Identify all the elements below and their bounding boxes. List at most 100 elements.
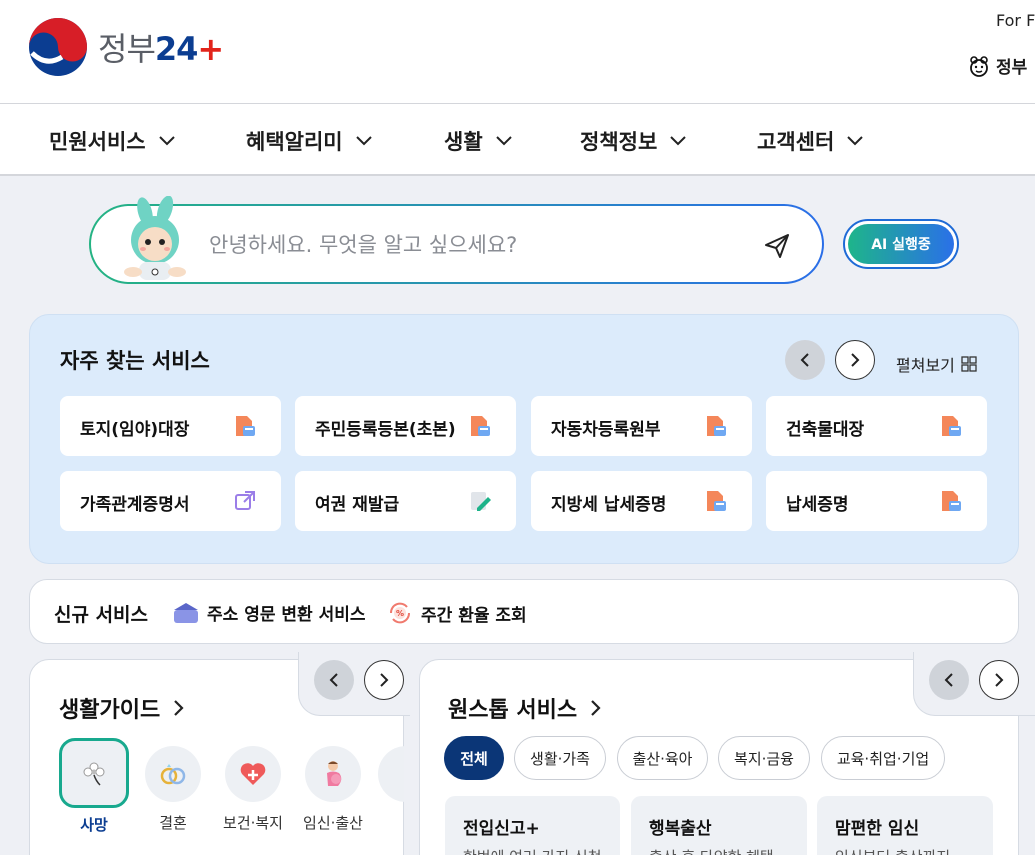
pdf-doc-icon: [236, 416, 255, 436]
mascot-face-icon: [970, 55, 988, 77]
onestop-card-desc: 한번에 여러 가지 신청: [463, 846, 602, 855]
service-card[interactable]: 지방세 납세증명: [531, 471, 752, 531]
service-card[interactable]: 여권 재발급: [295, 471, 516, 531]
guide-icon-wrap: [225, 746, 281, 802]
pdf-doc-icon: [942, 416, 961, 436]
rings-icon: [160, 764, 186, 785]
chevron-right-icon: [174, 700, 184, 716]
guide-item-pregnancy[interactable]: 임신·출산: [298, 746, 368, 833]
guide-icon-wrap: [59, 738, 129, 808]
service-label: 지방세 납세증명: [551, 495, 667, 515]
frequent-next-button[interactable]: [835, 340, 875, 380]
pdf-doc-icon: [471, 416, 490, 436]
guide-icon-wrap: [305, 746, 361, 802]
service-card[interactable]: 자동차등록원부: [531, 396, 752, 456]
life-guide-title[interactable]: 생활가이드: [59, 692, 184, 724]
service-card[interactable]: 주민등록등본(초본): [295, 396, 516, 456]
new-service-label: 주소 영문 변환 서비스: [207, 605, 366, 625]
guide-label: 임신·출산: [303, 814, 363, 832]
onestop-card-pregnancy[interactable]: 맘편한 임신 임신부터 출산까지: [817, 796, 993, 855]
send-icon[interactable]: [761, 230, 793, 262]
heart-plus-icon: [240, 763, 266, 785]
onestop-card-happy-birth[interactable]: 행복출산 출산 후 다양한 혜택: [631, 796, 807, 855]
chip-education-job[interactable]: 교육·취업·기업: [821, 736, 945, 780]
service-card[interactable]: 건축물대장: [766, 396, 987, 456]
onestop-next-button[interactable]: [979, 660, 1019, 700]
guide-label: 보건·복지: [223, 814, 283, 832]
pdf-doc-icon: [942, 491, 961, 511]
taegeuk-logo-icon: [29, 18, 87, 76]
chevron-left-icon: [800, 353, 809, 367]
guide-icon-wrap: [145, 746, 201, 802]
chip-life-family[interactable]: 생활·가족: [514, 736, 606, 780]
chip-welfare-finance[interactable]: 복지·금융: [718, 736, 810, 780]
guide-item-marriage[interactable]: 결혼: [138, 746, 208, 833]
new-service-exchange-rate[interactable]: % 주간 환율 조회: [387, 600, 527, 626]
nav-item-life[interactable]: 생활: [444, 126, 513, 156]
new-service-address-english[interactable]: 주소 영문 변환 서비스: [173, 600, 366, 625]
chevron-right-icon: [851, 353, 860, 367]
site-header: 정부24+ For F 정부: [0, 0, 1035, 104]
guide-item-partial[interactable]: [378, 746, 404, 802]
chip-all[interactable]: 전체: [444, 736, 504, 780]
language-link[interactable]: For F: [996, 11, 1035, 30]
nav-item-benefits[interactable]: 혜택알리미: [246, 126, 373, 156]
chevron-down-icon: [355, 136, 372, 146]
grid-icon: [961, 356, 977, 372]
life-guide-title-label: 생활가이드: [59, 698, 161, 723]
logo-num: 24: [154, 30, 199, 68]
chevron-down-icon: [847, 136, 863, 146]
life-guide-next-button[interactable]: [364, 660, 404, 700]
onestop-card-title: 맘편한 임신: [835, 819, 920, 839]
service-label: 가족관계증명서: [80, 495, 190, 515]
onestop-title[interactable]: 원스톱 서비스: [448, 692, 601, 724]
ai-button-label: AI 실행중: [848, 224, 954, 264]
chevron-down-icon: [495, 136, 512, 146]
chevron-down-icon: [158, 136, 175, 146]
nav-item-civil-service[interactable]: 민원서비스: [49, 126, 176, 156]
onestop-card-desc: 출산 후 다양한 혜택: [649, 846, 774, 855]
new-services-title: 신규 서비스: [54, 604, 149, 626]
onestop-card-move-in[interactable]: 전입신고+ 한번에 여러 가지 신청: [445, 796, 620, 855]
ai-search-box: [89, 196, 824, 284]
edit-icon: [471, 492, 491, 511]
gov-mypage-link[interactable]: 정부: [968, 53, 1027, 78]
nav-item-policy[interactable]: 정책정보: [580, 126, 687, 156]
service-card[interactable]: 납세증명: [766, 471, 987, 531]
onestop-prev-button[interactable]: [929, 660, 969, 700]
new-services-bar: 신규 서비스 주소 영문 변환 서비스 % 주간 환율 조회: [29, 579, 1019, 644]
chevron-right-icon: [995, 673, 1004, 687]
chip-birth-childcare[interactable]: 출산·육아: [617, 736, 708, 780]
logo-text: 정부: [98, 30, 156, 68]
search-input[interactable]: [209, 228, 729, 262]
ai-running-button[interactable]: AI 실행중: [843, 219, 959, 269]
guide-item-health-welfare[interactable]: 보건·복지: [218, 746, 288, 833]
chevron-right-icon: [380, 673, 389, 687]
nav-label: 고객센터: [757, 130, 835, 154]
svg-text:%: %: [396, 609, 404, 618]
flower-icon: [83, 762, 105, 786]
life-guide-prev-button[interactable]: [314, 660, 354, 700]
expand-view-button[interactable]: 펼쳐보기: [896, 352, 977, 376]
guide-label: 결혼: [159, 814, 187, 832]
gov24-logo[interactable]: 정부24+: [28, 17, 224, 77]
service-card[interactable]: 가족관계증명서: [60, 471, 281, 531]
onestop-card-title: 행복출산: [649, 819, 712, 839]
service-label: 건축물대장: [786, 420, 865, 440]
logo-plus: +: [197, 30, 224, 68]
guide-label: 사망: [80, 816, 108, 834]
service-label: 납세증명: [786, 495, 849, 515]
panel-gap: [404, 730, 418, 855]
service-label: 주민등록등본(초본): [315, 420, 456, 440]
expand-label: 펼쳐보기: [896, 356, 955, 375]
service-label: 토지(임야)대장: [80, 420, 190, 440]
pdf-doc-icon: [707, 491, 726, 511]
service-card[interactable]: 토지(임야)대장: [60, 396, 281, 456]
exchange-rate-icon: %: [389, 602, 411, 624]
chevron-right-icon: [591, 700, 601, 716]
nav-item-customer-center[interactable]: 고객센터: [757, 126, 864, 156]
guide-item-death[interactable]: 사망: [59, 738, 129, 835]
frequent-prev-button[interactable]: [785, 340, 825, 380]
nav-label: 민원서비스: [49, 130, 146, 154]
frequent-services-title: 자주 찾는 서비스: [60, 349, 210, 373]
